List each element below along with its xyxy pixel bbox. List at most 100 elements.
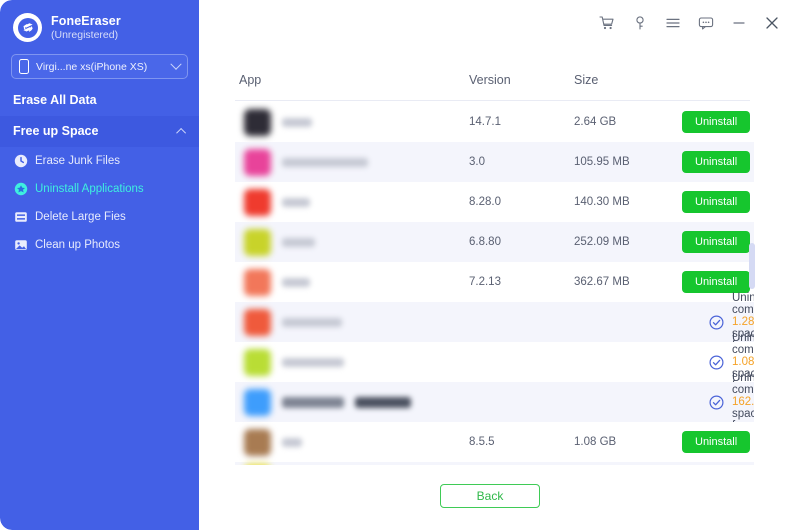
app-icon (244, 148, 271, 176)
app-size: 2.64 GB (574, 116, 617, 128)
app-window: FoneEraser (Unregistered) Virgi...ne xs(… (0, 0, 800, 530)
minimize-icon[interactable] (729, 13, 749, 33)
app-icon (244, 188, 271, 216)
sidebar-item-clean-up-photos[interactable]: Clean up Photos (0, 231, 199, 259)
app-version: 8.28.0 (469, 196, 501, 208)
clock-icon (14, 154, 28, 168)
app-size: 1.08 GB (574, 436, 617, 448)
uninstall-button[interactable]: Uninstall (682, 191, 751, 213)
app-cell (235, 308, 469, 336)
app-cell (235, 148, 469, 176)
sidebar-item-delete-large-files[interactable]: Delete Large Fies (0, 203, 199, 231)
menu-icon[interactable] (663, 13, 683, 33)
app-icon (244, 388, 271, 416)
app-size: 140.30 MB (574, 196, 630, 208)
app-version: 14.7.1 (469, 116, 501, 128)
app-name (282, 357, 344, 367)
check-circle-icon (709, 314, 724, 330)
sidebar: FoneEraser (Unregistered) Virgi...ne xs(… (0, 0, 199, 530)
sidebar-item-label: Delete Large Fies (35, 211, 126, 223)
sidebar-item-erase-all-data[interactable]: Erase All Data (0, 79, 199, 116)
action-cell: Uninstall (674, 271, 754, 293)
app-list[interactable]: 14.7.1 2.64 GB Uninstall 3.0 105.95 MB Uninst… (235, 102, 754, 465)
chevron-down-icon (170, 58, 182, 70)
phone-icon (19, 59, 29, 74)
app-version: 8.5.5 (469, 436, 495, 448)
app-cell (235, 388, 469, 416)
table-row[interactable]: 8.5.5 1.08 GB Uninstall (235, 422, 754, 462)
app-cell (235, 428, 469, 456)
app-name (282, 437, 302, 447)
table-row[interactable]: 14.7.1 2.64 GB Uninstall (235, 102, 754, 142)
uninstall-button[interactable]: Uninstall (682, 431, 751, 453)
table-row-partial[interactable] (235, 462, 754, 465)
cart-icon[interactable] (597, 13, 617, 33)
app-version: 6.8.80 (469, 236, 501, 248)
action-cell: Uninstall (674, 231, 754, 253)
table-row[interactable]: 7.2.13 362.67 MB Uninstall (235, 262, 754, 302)
action-cell: Uninstall (674, 191, 754, 213)
list-box-icon (14, 210, 28, 224)
uninstall-button[interactable]: Uninstall (682, 231, 751, 253)
table-row[interactable]: 8.28.0 140.30 MB Uninstall (235, 182, 754, 222)
table-row[interactable]: 6.8.80 252.09 MB Uninstall (235, 222, 754, 262)
action-cell: Uninstall (674, 431, 754, 453)
column-header-app: App (239, 73, 262, 87)
app-size: 362.67 MB (574, 276, 630, 288)
foneeraser-logo-icon (13, 13, 42, 42)
uninstall-button[interactable]: Uninstall (682, 151, 751, 173)
sidebar-item-label: Erase Junk Files (35, 155, 121, 167)
app-size: 105.95 MB (574, 156, 630, 168)
sidebar-item-label: Clean up Photos (35, 239, 121, 251)
table-row[interactable]: Uninstall completed, 1.08 GB space is fr… (235, 332, 754, 392)
app-version: 7.2.13 (469, 276, 501, 288)
app-icon (244, 428, 271, 456)
app-icon (244, 308, 271, 336)
uninstall-button[interactable]: Uninstall (682, 271, 751, 293)
check-circle-icon (709, 354, 724, 370)
app-name-suffix (355, 396, 411, 408)
app-name (282, 277, 310, 287)
close-icon[interactable] (762, 13, 782, 33)
sidebar-item-erase-junk-files[interactable]: Erase Junk Files (0, 147, 199, 175)
app-icon (244, 464, 271, 465)
app-name (282, 197, 310, 207)
column-header-version: Version (469, 73, 511, 87)
app-cell (235, 228, 469, 256)
app-size: 252.09 MB (574, 236, 630, 248)
brand-title: FoneEraser (51, 13, 121, 28)
check-circle-icon (709, 394, 724, 410)
titlebar-controls (597, 13, 782, 33)
app-uninstall-icon (14, 182, 28, 196)
action-cell: Uninstall (674, 111, 754, 133)
table-row[interactable]: Uninstall completed, 162.25 MB space is … (235, 372, 754, 432)
app-icon (244, 348, 271, 376)
app-cell (235, 108, 469, 136)
table-header: App Version Size (239, 73, 752, 87)
app-cell (235, 188, 469, 216)
table-row[interactable]: 3.0 105.95 MB Uninstall (235, 142, 754, 182)
app-name (282, 317, 342, 327)
sidebar-item-label: Uninstall Applications (35, 183, 144, 195)
device-selector[interactable]: Virgi...ne xs(iPhone XS) (11, 54, 188, 79)
key-icon[interactable] (630, 13, 650, 33)
chat-icon[interactable] (696, 13, 716, 33)
uninstall-button[interactable]: Uninstall (682, 111, 751, 133)
photo-icon (14, 238, 28, 252)
device-label: Virgi...ne xs(iPhone XS) (36, 60, 148, 73)
back-button[interactable]: Back (440, 484, 540, 508)
column-header-size: Size (574, 73, 599, 87)
app-icon (244, 228, 271, 256)
sidebar-group-free-up-space[interactable]: Free up Space (0, 116, 199, 147)
app-cell (235, 348, 469, 376)
sidebar-item-uninstall-applications[interactable]: Uninstall Applications (0, 175, 199, 203)
app-icon (244, 268, 271, 296)
header-divider (235, 100, 750, 101)
app-name (282, 396, 344, 408)
app-icon (244, 108, 271, 136)
table-row[interactable]: Uninstall completed, 1.28 GB space is fr… (235, 292, 754, 352)
app-name (282, 117, 312, 127)
app-version: 3.0 (469, 156, 485, 168)
brand-status: (Unregistered) (51, 28, 119, 41)
scrollbar-thumb[interactable] (749, 243, 755, 289)
